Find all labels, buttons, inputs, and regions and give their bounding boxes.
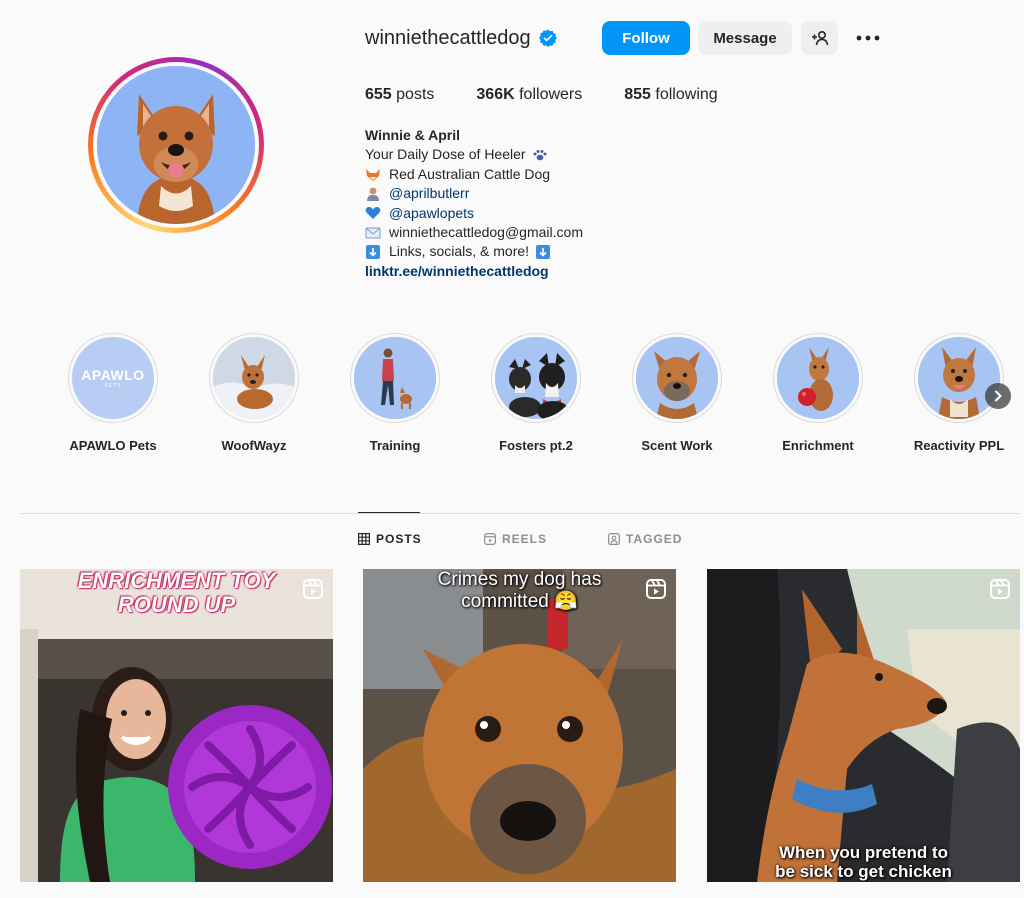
highlights-next-button[interactable]: [985, 383, 1011, 409]
dog-snow-photo: [213, 337, 295, 419]
suggest-users-button[interactable]: [801, 21, 838, 55]
tab-reels[interactable]: REELS: [484, 532, 547, 546]
post-tile[interactable]: ENRICHMENT TOY ROUND UP: [20, 569, 333, 882]
highlight-cover: [495, 337, 577, 419]
reel-icon: [646, 579, 666, 599]
blue-heart-icon: [365, 207, 381, 220]
highlight-label: Scent Work: [641, 438, 713, 453]
highlight-label: Fosters pt.2: [499, 438, 573, 453]
highlight-cover: APAWLO PETS: [72, 337, 154, 419]
reels-icon: [484, 533, 496, 545]
more-options-icon: [856, 35, 880, 41]
profile-divider: [20, 513, 1020, 514]
message-button[interactable]: Message: [698, 21, 792, 55]
chevron-right-icon: [995, 390, 1002, 402]
foster-dogs-photo: [495, 337, 577, 419]
email-icon: [365, 227, 381, 239]
highlight-enrichment[interactable]: Enrichment: [748, 333, 888, 453]
tagged-icon: [608, 533, 620, 545]
post-image-car: [707, 569, 1020, 882]
highlight-cover: [918, 337, 1000, 419]
username-row: winniethecattledog: [365, 20, 557, 56]
post-caption: Crimes my dog has committed 😤: [437, 569, 602, 612]
highlight-scent-work[interactable]: Scent Work: [607, 333, 747, 453]
bio-line: Your Daily Dose of Heeler: [365, 145, 583, 164]
fox-icon: [366, 168, 380, 181]
bio-mention-link[interactable]: @apawlopets: [389, 204, 474, 223]
bio-line: Links, socials, & more!: [365, 242, 583, 261]
highlight-cover: [354, 337, 436, 419]
training-photo: [354, 337, 436, 419]
highlight-training[interactable]: Training: [325, 333, 465, 453]
highlight-woofwayz[interactable]: WoofWayz: [184, 333, 324, 453]
highlight-label: WoofWayz: [221, 438, 287, 453]
highlight-cover: [636, 337, 718, 419]
posts-stat: 655 posts: [365, 86, 435, 103]
following-stat[interactable]: 855 following: [624, 86, 717, 104]
bio-line: winniethecattledog@gmail.com: [365, 223, 583, 242]
highlight-apawlo-pets[interactable]: APAWLO PETS APAWLO Pets: [43, 333, 183, 453]
username[interactable]: winniethecattledog: [365, 27, 531, 50]
tab-posts[interactable]: POSTS: [358, 532, 422, 546]
tab-tagged[interactable]: TAGGED: [608, 532, 682, 546]
profile-avatar[interactable]: [88, 57, 264, 233]
profile-name: Winnie & April: [365, 127, 461, 143]
profile-bio: Winnie & April Your Daily Dose of Heeler…: [365, 126, 583, 281]
highlight-cover: [213, 337, 295, 419]
profile-stats: 655 posts 366K followers 855 following: [365, 86, 760, 104]
person-icon: [367, 187, 379, 201]
apawlo-logo: APAWLO: [81, 367, 145, 383]
reactivity-dog-photo: [918, 337, 1000, 419]
reel-icon: [303, 579, 323, 599]
followers-stat[interactable]: 366K followers: [476, 86, 582, 104]
highlight-label: APAWLO Pets: [69, 438, 157, 453]
down-arrow-icon: [366, 245, 380, 260]
verified-badge-icon: [538, 29, 557, 47]
story-highlights: APAWLO PETS APAWLO Pets WoofWayz Trainin…: [0, 333, 1024, 463]
follow-button[interactable]: Follow: [602, 21, 690, 55]
post-caption: When you pretend to be sick to get chick…: [775, 843, 952, 881]
down-arrow-icon: [536, 245, 551, 260]
highlight-label: Training: [369, 438, 421, 453]
paw-icon: [533, 150, 547, 161]
profile-tabs: POSTS REELS TAGGED: [0, 532, 1024, 550]
bio-line: Red Australian Cattle Dog: [365, 165, 583, 184]
bio-external-link[interactable]: linktr.ee/winniethecattledog: [365, 262, 583, 281]
highlight-fosters[interactable]: Fosters pt.2: [466, 333, 606, 453]
post-caption: ENRICHMENT TOY ROUND UP: [77, 569, 276, 617]
scent-dog-photo: [636, 337, 718, 419]
post-tile[interactable]: When you pretend to be sick to get chick…: [707, 569, 1020, 882]
reel-icon: [990, 579, 1010, 599]
highlight-label: Enrichment: [782, 438, 854, 453]
options-button[interactable]: [852, 24, 884, 52]
apawlo-logo-sub: PETS: [104, 383, 122, 389]
highlight-label: Reactivity PPL: [913, 438, 1005, 453]
bio-line: @apawlopets: [365, 204, 583, 223]
avatar-image: [97, 66, 255, 224]
active-tab-indicator: [358, 512, 420, 513]
post-tile[interactable]: Crimes my dog has committed 😤: [363, 569, 676, 882]
enrichment-dog-photo: [777, 337, 859, 419]
post-image-crimes: [363, 569, 676, 882]
bio-line: @aprilbutlerr: [365, 184, 583, 203]
highlight-cover: [777, 337, 859, 419]
add-user-icon: [811, 30, 828, 46]
grid-icon: [358, 533, 370, 545]
bio-mention-link[interactable]: @aprilbutlerr: [389, 184, 469, 203]
